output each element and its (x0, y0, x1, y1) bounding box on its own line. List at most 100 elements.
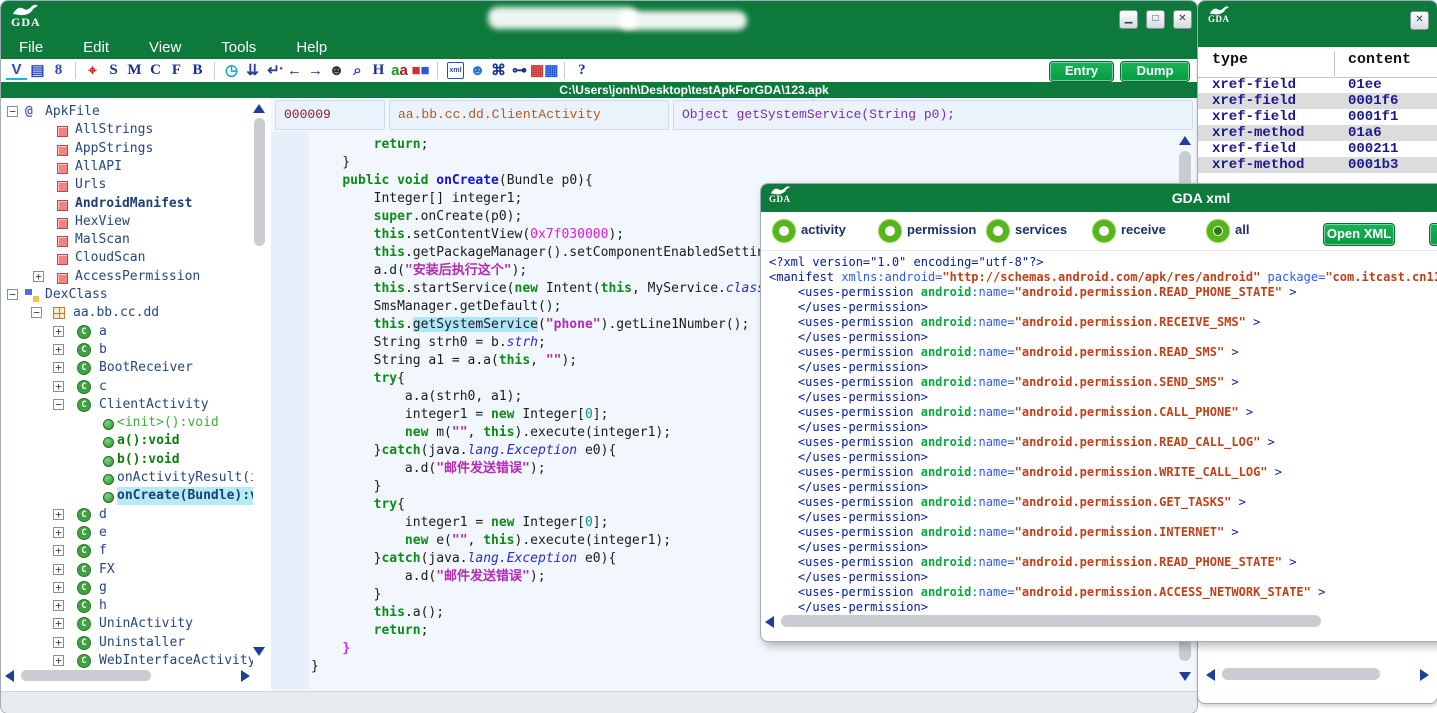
save-icon[interactable]: ▤ (27, 60, 48, 81)
doc-search-icon[interactable]: ⌕ (347, 60, 368, 81)
tree-vscroll-thumb[interactable] (254, 118, 265, 246)
help-icon[interactable]: ? (571, 60, 592, 81)
tree-item-label[interactable]: <init>():void (117, 414, 219, 432)
dump-button[interactable]: Dump (1120, 61, 1190, 82)
clipped-green-button[interactable] (1429, 223, 1437, 246)
expand-box-icon[interactable]: + (53, 600, 64, 611)
xref-row[interactable]: xref-field0001f1 (1198, 109, 1437, 125)
xref-scroll-right-arrow[interactable] (1420, 669, 1429, 681)
main-titlebar[interactable]: GDA ▁ □ ✕ (1, 1, 1197, 38)
expand-box-icon[interactable]: + (53, 509, 64, 520)
menu-tools[interactable]: Tools (221, 38, 256, 58)
expand-box-icon[interactable]: + (53, 344, 64, 355)
ascii-convert-icon[interactable]: aa (389, 60, 410, 81)
search-string-icon[interactable]: S (103, 60, 124, 81)
tree-item-label[interactable]: MalScan (75, 231, 130, 249)
color-blocks-icon[interactable]: ■■ (410, 60, 431, 81)
radio-all[interactable] (1207, 220, 1229, 242)
tree-scroll-right-arrow[interactable] (241, 670, 250, 682)
maximize-button[interactable]: □ (1146, 10, 1165, 29)
forward-icon[interactable]: → (305, 60, 326, 81)
search-field-icon[interactable]: F (166, 60, 187, 81)
goto-line-icon[interactable]: ↵ (263, 60, 284, 81)
back-icon[interactable]: ← (284, 60, 305, 81)
dot-grid-icon[interactable]: ▦▦ (530, 60, 558, 81)
tree-item-label[interactable]: g (99, 579, 107, 597)
tree-item-label[interactable]: UninActivity (99, 615, 193, 633)
tree-item-label[interactable]: onActivityResult(i (117, 469, 253, 487)
menu-help[interactable]: Help (296, 38, 327, 58)
tree-item-label[interactable]: c (99, 378, 107, 396)
android-blue-icon[interactable]: ☻ (467, 60, 488, 81)
collapse-box-icon[interactable]: − (53, 399, 64, 410)
tree-item-label[interactable]: AccessPermission (75, 268, 200, 286)
tree-item-label[interactable]: Uninstaller (99, 634, 185, 652)
tree-item-label[interactable]: WebInterfaceActivity (99, 652, 253, 669)
open-file-icon[interactable]: V (6, 61, 27, 80)
tree-item-label[interactable]: e (99, 524, 107, 542)
tree-item-label[interactable]: FX (99, 561, 115, 579)
tree-item-label[interactable]: aa.bb.cc.dd (73, 304, 159, 322)
search-bytes-icon[interactable]: B (187, 60, 208, 81)
hex-h-icon[interactable]: H (368, 60, 389, 81)
expand-box-icon[interactable]: + (33, 271, 44, 282)
tree-scroll-down-arrow[interactable] (253, 647, 265, 656)
android-robot-icon[interactable]: ☻ (326, 60, 347, 81)
tree-item-label[interactable]: ClientActivity (99, 396, 209, 414)
tree-item-label[interactable]: d (99, 506, 107, 524)
tree-item-label[interactable]: AllStrings (75, 121, 153, 139)
history-icon[interactable]: ◷ (221, 60, 242, 81)
tree-item-label[interactable]: f (99, 542, 107, 560)
tree-item-label[interactable]: a (99, 323, 107, 341)
menu-edit[interactable]: Edit (83, 38, 109, 58)
expand-box-icon[interactable]: + (53, 545, 64, 556)
key-icon[interactable]: ⊶ (509, 60, 530, 81)
xref-row[interactable]: xref-method0001b3 (1198, 157, 1437, 173)
xref-row[interactable]: xref-method01a6 (1198, 125, 1437, 141)
xref-titlebar[interactable]: GDA ✕ (1198, 1, 1437, 47)
tree-item-label[interactable]: DexClass (45, 286, 108, 304)
xref-row[interactable]: xref-field000211 (1198, 141, 1437, 157)
expand-box-icon[interactable]: + (53, 637, 64, 648)
xml-doc-icon[interactable]: xml (447, 62, 464, 79)
tree-item-label[interactable]: BootReceiver (99, 359, 193, 377)
xml-scroll-left-arrow[interactable] (765, 616, 774, 628)
tree-item-label[interactable]: b (99, 341, 107, 359)
xref-close-button[interactable]: ✕ (1410, 11, 1429, 30)
collapse-box-icon[interactable]: − (7, 106, 18, 117)
expand-box-icon[interactable]: + (53, 362, 64, 373)
xref-scroll-left-arrow[interactable] (1206, 669, 1215, 681)
shortcut-icon[interactable]: ⌘ (488, 60, 509, 81)
expand-box-icon[interactable]: + (53, 655, 64, 666)
collapse-box-icon[interactable]: − (7, 289, 18, 300)
menu-file[interactable]: File (19, 38, 43, 58)
expand-box-icon[interactable]: + (53, 582, 64, 593)
minimize-button[interactable]: ▁ (1119, 10, 1138, 29)
entry-button[interactable]: Entry (1049, 61, 1114, 82)
tree-item-label[interactable]: ApkFile (45, 103, 100, 121)
close-button[interactable]: ✕ (1173, 10, 1192, 29)
radio-services[interactable] (987, 220, 1009, 242)
tree-hscroll-thumb[interactable] (21, 670, 151, 681)
tree-item-label[interactable]: b():void (117, 451, 180, 469)
expand-box-icon[interactable]: + (53, 564, 64, 575)
tree-item-label[interactable]: a():void (117, 432, 180, 450)
expand-box-icon[interactable]: + (53, 326, 64, 337)
expand-box-icon[interactable]: + (53, 381, 64, 392)
xref-row[interactable]: xref-field01ee (1198, 77, 1437, 93)
xref-row[interactable]: xref-field0001f6 (1198, 93, 1437, 109)
tree-item-label[interactable]: h (99, 597, 107, 615)
tree-scroll-left-arrow[interactable] (5, 670, 14, 682)
xml-titlebar[interactable]: GDA GDA xml (761, 184, 1437, 212)
hex-eight-icon[interactable]: 8 (48, 60, 69, 81)
code-scroll-down-arrow[interactable] (1179, 672, 1191, 681)
search-class-icon[interactable]: C (145, 60, 166, 81)
radio-receive[interactable] (1093, 220, 1115, 242)
tree-scroll-up-arrow[interactable] (253, 104, 265, 113)
expand-box-icon[interactable]: + (53, 618, 64, 629)
expand-box-icon[interactable]: + (53, 527, 64, 538)
tree-item-label[interactable]: Urls (75, 176, 106, 194)
jump-down-icon[interactable]: ⇊ (242, 60, 263, 81)
tree-item-label[interactable]: HexView (75, 213, 130, 231)
radio-permission[interactable] (879, 220, 901, 242)
